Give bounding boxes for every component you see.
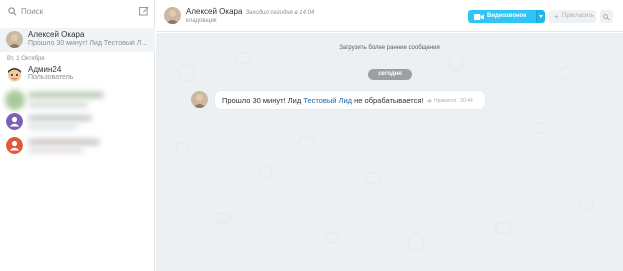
plus-icon: + — [554, 12, 559, 21]
message-area: Загрузить более ранние сообщения сегодня… — [156, 33, 623, 271]
chat-item-blurred[interactable] — [0, 134, 155, 158]
search-row[interactable]: Поиск — [0, 0, 155, 24]
chat-name-blurred — [28, 92, 104, 98]
chat-preview-blurred — [28, 124, 78, 129]
chat-name: Админ24 — [28, 65, 62, 74]
user-avatar-icon — [6, 113, 23, 130]
video-camera-icon — [474, 14, 484, 20]
date-separator: Вт, 1 Октября — [7, 56, 45, 62]
video-call-menu-button[interactable] — [536, 10, 545, 23]
message-bubble[interactable]: Прошло 30 минут! Лид Тестовый Лид не обр… — [215, 91, 485, 109]
chat-preview-blurred — [28, 148, 83, 153]
last-seen-status: Заходил сегодня в 14:04 — [245, 10, 315, 16]
chat-item-blurred[interactable] — [0, 110, 155, 134]
chat-name: Алексей Окара — [28, 30, 85, 39]
avatar — [5, 90, 25, 110]
compose-icon[interactable] — [139, 6, 149, 16]
avatar — [6, 66, 23, 83]
video-call-button[interactable]: Видеозвонок — [468, 10, 536, 23]
message-meta: Нравится 20:44 — [427, 98, 473, 104]
chevron-down-icon — [539, 15, 543, 18]
invite-label: Пригласить — [562, 13, 595, 19]
like-icon[interactable] — [427, 98, 432, 103]
chat-header: Алексей Окара Заходил сегодня в 14:04 кла… — [156, 0, 623, 32]
avatar[interactable] — [164, 7, 181, 24]
search-icon — [8, 7, 17, 16]
message-text-start: Прошло 30 минут! Лид — [222, 96, 304, 105]
message-time: 20:44 — [460, 98, 473, 104]
avatar[interactable] — [191, 91, 208, 108]
more-icon[interactable] — [600, 10, 613, 23]
lead-link[interactable]: Тестовый Лид — [303, 96, 352, 105]
chat-title[interactable]: Алексей Окара Заходил сегодня в 14:04 — [186, 7, 314, 16]
message-text-end: не обрабатывается! — [352, 96, 424, 105]
chat-sidebar: Поиск Алексей Окара Прошло 30 минут! Лид… — [0, 0, 155, 271]
chat-item-aleksey-okara[interactable]: Алексей Окара Прошло 30 минут! Лид Тесто… — [0, 28, 155, 52]
search-input[interactable]: Поиск — [21, 7, 43, 16]
contact-role: кладовщик — [186, 18, 217, 24]
chat-item-admin24[interactable]: Админ24 Пользователь — [0, 63, 155, 87]
video-call-label: Видеозвонок — [487, 13, 527, 19]
avatar — [6, 31, 23, 48]
like-label[interactable]: Нравится — [434, 98, 456, 104]
user-avatar-icon — [6, 137, 23, 154]
chat-preview: Пользователь — [28, 74, 74, 81]
invite-button[interactable]: + Пригласить — [549, 10, 596, 23]
message-text: Прошло 30 минут! Лид Тестовый Лид не обр… — [222, 96, 424, 105]
contact-name: Алексей Окара — [186, 7, 243, 16]
load-earlier-link[interactable]: Загрузить более ранние сообщения — [156, 45, 623, 51]
date-badge: сегодня — [368, 69, 412, 80]
chat-name-blurred — [28, 139, 100, 145]
chat-preview-blurred — [28, 102, 88, 107]
chat-name-blurred — [28, 115, 92, 121]
chat-item-blurred[interactable] — [0, 88, 155, 112]
chat-preview: Прошло 30 минут! Лид Тестовый Л... — [28, 40, 148, 47]
